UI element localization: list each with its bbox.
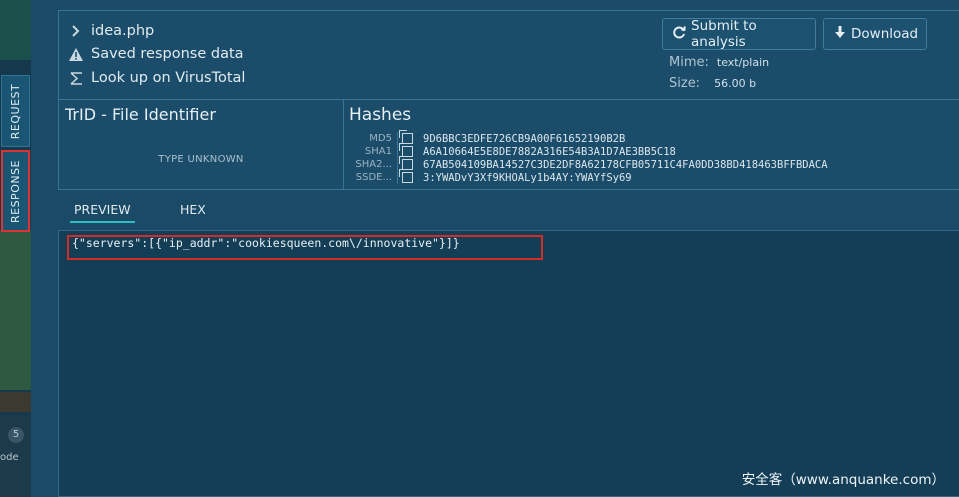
mime-value: text/plain bbox=[716, 56, 770, 69]
saved-response-label: Saved response data bbox=[91, 46, 244, 62]
count-badge: 5 bbox=[8, 427, 24, 443]
download-button[interactable]: Download bbox=[823, 18, 927, 50]
size-value: 56.00 b bbox=[714, 77, 757, 90]
divider bbox=[343, 99, 344, 189]
tab-hex[interactable]: HEX bbox=[180, 202, 206, 217]
hash-row-ssdeep: SSDE... 3:YWADvY3Xf9KHOALy1b4AY:YWAYfSy6… bbox=[349, 169, 632, 184]
file-name-row[interactable]: idea.php bbox=[69, 23, 154, 39]
virustotal-icon bbox=[69, 71, 83, 85]
divider bbox=[397, 158, 398, 171]
hash-key: SHA1 bbox=[364, 146, 392, 157]
hash-key: SSDE... bbox=[355, 172, 392, 183]
watermark: 安全客（www.anquanke.com） bbox=[741, 472, 945, 488]
size-info: Size: 56.00 b bbox=[669, 76, 756, 91]
tab-response-label: RESPONSE bbox=[9, 159, 22, 223]
download-icon bbox=[834, 25, 846, 43]
hash-value: 67AB504109BA14527C3DE2DF8A62178CFB05711C… bbox=[423, 158, 828, 171]
divider bbox=[59, 99, 959, 100]
main-content: idea.php Saved response data Look up on … bbox=[31, 0, 959, 497]
hash-key: MD5 bbox=[369, 133, 392, 144]
warning-icon bbox=[69, 47, 83, 61]
tab-request-label: REQUEST bbox=[9, 83, 22, 139]
sidebar-bg-block bbox=[0, 230, 31, 390]
virustotal-row[interactable]: Look up on VirusTotal bbox=[69, 70, 245, 86]
size-label: Size: bbox=[669, 76, 701, 91]
preview-content: {"servers":[{"ip_addr":"cookiesqueen.com… bbox=[72, 236, 460, 250]
partial-label: ode bbox=[0, 452, 19, 463]
divider bbox=[397, 171, 398, 184]
tab-request[interactable]: REQUEST bbox=[1, 75, 30, 147]
file-name: idea.php bbox=[91, 23, 155, 39]
virustotal-label: Look up on VirusTotal bbox=[91, 70, 246, 86]
trid-title: TrID - File Identifier bbox=[65, 105, 216, 124]
hash-value: A6A10664E5E8DE7882A316E54B3A1D7AE3BB5C18 bbox=[423, 145, 676, 158]
copy-icon[interactable] bbox=[399, 169, 413, 183]
divider bbox=[397, 132, 398, 145]
submit-analysis-button[interactable]: Submit to analysis bbox=[662, 18, 816, 50]
submit-analysis-label: Submit to analysis bbox=[691, 18, 757, 50]
file-info-panel: idea.php Saved response data Look up on … bbox=[58, 10, 959, 190]
saved-response-row[interactable]: Saved response data bbox=[69, 46, 244, 62]
hash-value: 3:YWADvY3Xf9KHOALy1b4AY:YWAYfSy69 bbox=[423, 171, 632, 184]
hashes-title: Hashes bbox=[349, 105, 412, 125]
mime-info: Mime: text/plain bbox=[669, 55, 769, 70]
preview-pane[interactable]: {"servers":[{"ip_addr":"cookiesqueen.com… bbox=[58, 230, 959, 497]
chevron-right-icon bbox=[69, 25, 83, 37]
tab-preview[interactable]: PREVIEW bbox=[70, 202, 135, 223]
hash-row-md5: MD5 9D6BBC3EDFE726CB9A00F61652190B2B bbox=[349, 130, 626, 145]
tab-response[interactable]: RESPONSE bbox=[1, 150, 30, 232]
hash-value: 9D6BBC3EDFE726CB9A00F61652190B2B bbox=[423, 132, 626, 145]
hash-key: SHA2... bbox=[355, 159, 392, 170]
trid-value: TYPE UNKNOWN bbox=[158, 154, 244, 165]
sidebar-bg-block bbox=[0, 0, 31, 60]
divider bbox=[397, 145, 398, 158]
download-label: Download bbox=[851, 26, 919, 42]
mime-label: Mime: bbox=[669, 55, 709, 70]
refresh-icon bbox=[673, 25, 686, 43]
sidebar-bg-block bbox=[0, 392, 31, 412]
hash-row-sha256: SHA2... 67AB504109BA14527C3DE2DF8A62178C… bbox=[349, 156, 828, 171]
